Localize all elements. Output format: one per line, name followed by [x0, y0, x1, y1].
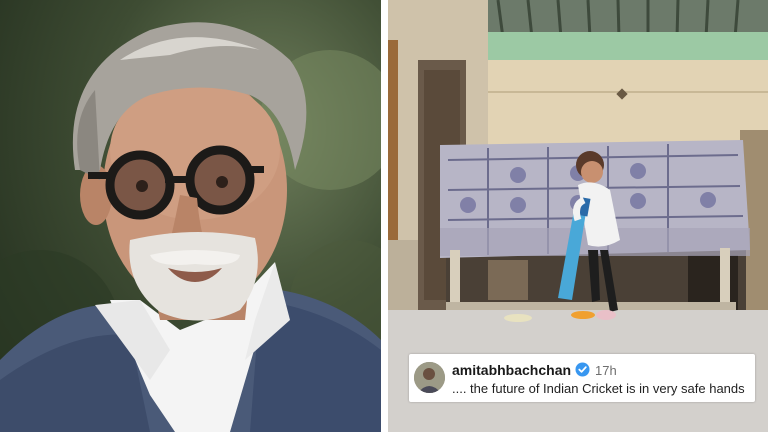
comment-timestamp: 17h: [595, 363, 617, 378]
comment-text: .... the future of Indian Cricket is in …: [452, 381, 745, 396]
portrait-illustration: [0, 22, 381, 432]
verified-badge-icon: [575, 362, 590, 377]
user-avatar[interactable]: [414, 362, 445, 393]
portrait-photo: [0, 0, 381, 432]
comment-username[interactable]: amitabhbachchan: [452, 362, 571, 378]
panel-divider: [381, 0, 388, 432]
comment-card: amitabhbachchan 17h .... the future of I…: [409, 354, 755, 402]
